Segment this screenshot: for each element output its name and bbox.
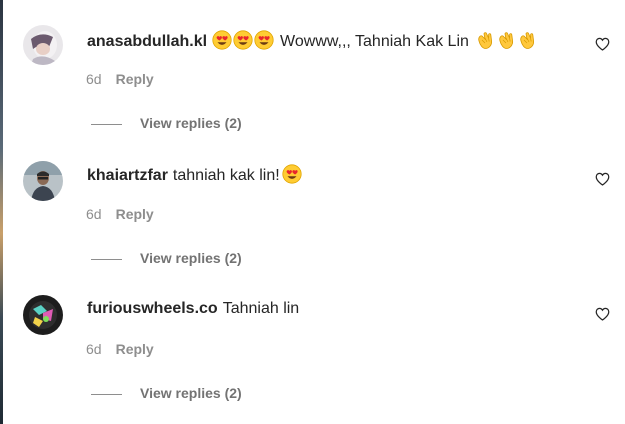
- comment-body: tahniah kak lin!: [172, 167, 280, 184]
- clapping-hands-emoji: [497, 30, 517, 50]
- avatar[interactable]: [23, 25, 63, 65]
- comment-body: Wowww,,, Tahniah Kak Lin: [280, 33, 469, 50]
- reply-button[interactable]: Reply: [116, 71, 154, 87]
- comment-meta: 6d Reply: [86, 70, 154, 88]
- comment-body: Tahniah lin: [222, 300, 300, 317]
- comment-meta: 6d Reply: [86, 340, 154, 358]
- heart-eyes-emoji: [212, 30, 232, 50]
- comment-text-line: furiouswheels.co Tahniah lin: [87, 299, 299, 319]
- comment-time: 6d: [86, 71, 102, 87]
- comment-text-line: khaiartzfar tahniah kak lin!: [87, 164, 303, 186]
- heart-eyes-emoji: [254, 30, 274, 50]
- heart-eyes-emoji: [233, 30, 253, 50]
- comment-text-line: anasabdullah.kl Wowww,,, Tahniah Kak Lin: [87, 30, 539, 52]
- like-heart-icon[interactable]: [595, 37, 610, 51]
- avatar[interactable]: [23, 295, 63, 335]
- comment-time: 6d: [86, 206, 102, 222]
- comment-username[interactable]: furiouswheels.co: [87, 300, 218, 317]
- heart-eyes-emoji: [282, 164, 302, 184]
- view-replies-button[interactable]: View replies (2): [91, 114, 242, 132]
- view-replies-button[interactable]: View replies (2): [91, 249, 242, 267]
- clapping-hands-emoji: [518, 30, 538, 50]
- view-replies-divider: [91, 393, 122, 395]
- view-replies-label: View replies (2): [140, 250, 242, 266]
- comment-username[interactable]: khaiartzfar: [87, 167, 168, 184]
- background-edge: [0, 0, 3, 424]
- view-replies-label: View replies (2): [140, 385, 242, 401]
- reply-button[interactable]: Reply: [116, 206, 154, 222]
- reply-button[interactable]: Reply: [116, 341, 154, 357]
- avatar[interactable]: [23, 161, 63, 201]
- comment-time: 6d: [86, 341, 102, 357]
- comments-panel: anasabdullah.kl Wowww,,, Tahniah Kak Lin …: [0, 0, 625, 424]
- view-replies-divider: [91, 123, 122, 125]
- like-heart-icon[interactable]: [595, 307, 610, 321]
- comment-username[interactable]: anasabdullah.kl: [87, 33, 207, 50]
- view-replies-label: View replies (2): [140, 115, 242, 131]
- like-heart-icon[interactable]: [595, 172, 610, 186]
- comment-meta: 6d Reply: [86, 205, 154, 223]
- clapping-hands-emoji: [476, 30, 496, 50]
- view-replies-divider: [91, 258, 122, 260]
- view-replies-button[interactable]: View replies (2): [91, 384, 242, 402]
